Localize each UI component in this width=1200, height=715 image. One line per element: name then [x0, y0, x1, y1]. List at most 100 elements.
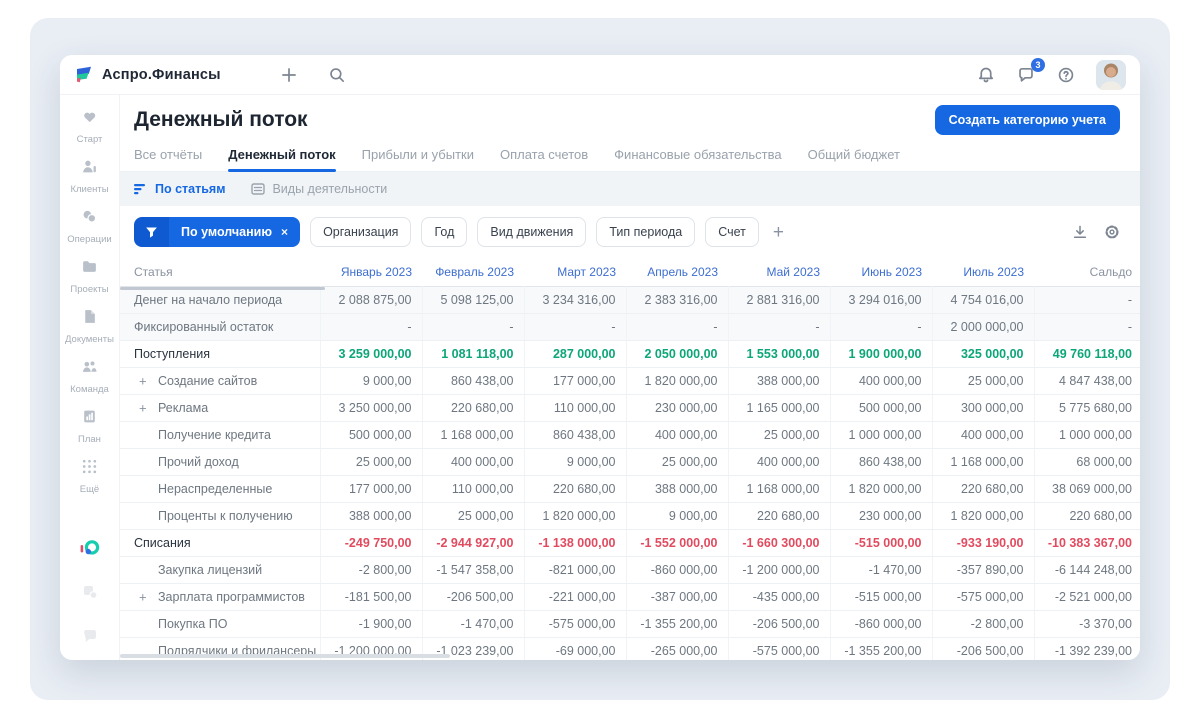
cell-value: -206 500,00	[728, 610, 830, 637]
search-button[interactable]	[327, 65, 347, 85]
row-label: Прочий доход	[120, 448, 320, 475]
brand-app-icon[interactable]	[80, 538, 100, 558]
cell-value: -	[320, 313, 422, 340]
add-filter-button[interactable]: +	[773, 223, 784, 242]
cell-value: 230 000,00	[626, 394, 728, 421]
cell-value: 1 820 000,00	[932, 502, 1034, 529]
cell-value: 400 000,00	[932, 421, 1034, 448]
cell-value: 400 000,00	[728, 448, 830, 475]
cell-value: -860 000,00	[830, 610, 932, 637]
sidebar-item-clients[interactable]: Клиенты	[65, 158, 114, 195]
column-header-month[interactable]: Март 2023	[524, 258, 626, 286]
cell-value: 2 383 316,00	[626, 286, 728, 313]
cell-value: -1 355 200,00	[830, 637, 932, 660]
column-header-month[interactable]: Январь 2023	[320, 258, 422, 286]
cashflow-table: СтатьяЯнварь 2023Февраль 2023Март 2023Ап…	[120, 258, 1140, 660]
sidebar-item-documents[interactable]: Документы	[65, 308, 114, 345]
sidebar-item-projects[interactable]: Проекты	[65, 258, 114, 295]
tab-все-отчёты[interactable]: Все отчёты	[134, 141, 202, 171]
column-header-month[interactable]: Февраль 2023	[422, 258, 524, 286]
filter-chip-год[interactable]: Год	[421, 217, 467, 247]
table-row: +Зарплата программистов-181 500,00-206 5…	[120, 583, 1140, 610]
cell-value: 1 000 000,00	[830, 421, 932, 448]
horizontal-scrollbar-bottom[interactable]	[120, 654, 450, 658]
cell-value: -	[422, 313, 524, 340]
table-row: Денег на начало периода2 088 875,005 098…	[120, 286, 1140, 313]
column-header-month[interactable]: Июнь 2023	[830, 258, 932, 286]
subtab-по-статьям[interactable]: По статьям	[134, 182, 225, 196]
column-header-month[interactable]: Июль 2023	[932, 258, 1034, 286]
row-label: Списания	[120, 529, 320, 556]
cell-saldo: 49 760 118,00	[1034, 340, 1140, 367]
avatar-photo	[1096, 60, 1126, 90]
sidebar-item-more[interactable]: Ещё	[65, 458, 114, 495]
filter-chip-тип-периода[interactable]: Тип периода	[596, 217, 695, 247]
tab-оплата-счетов[interactable]: Оплата счетов	[500, 141, 588, 171]
sidebar-item-team[interactable]: Команда	[65, 358, 114, 395]
sidebar-item-plan[interactable]: План	[65, 408, 114, 445]
sidebar-item-start[interactable]: Старт	[65, 108, 114, 145]
cell-value: -206 500,00	[422, 583, 524, 610]
sidebar-nav: Старт Клиенты Операции Проекты Документы Кома…	[65, 108, 114, 508]
filter-chips: Организация Год Вид движения Тип периода Сче…	[310, 217, 759, 247]
cell-value: -515 000,00	[830, 529, 932, 556]
download-icon	[1072, 224, 1088, 240]
tab-денежный-поток[interactable]: Денежный поток	[228, 141, 335, 171]
column-header-article: Статья	[120, 258, 320, 286]
bell-icon	[977, 66, 995, 84]
cell-value: 1 081 118,00	[422, 340, 524, 367]
cell-value: -515 000,00	[830, 583, 932, 610]
cell-value: 860 438,00	[524, 421, 626, 448]
tab-прибыли-и-убытки[interactable]: Прибыли и убытки	[362, 141, 474, 171]
expand-row-icon[interactable]: +	[139, 374, 147, 387]
expand-row-icon[interactable]: +	[139, 590, 147, 603]
row-label: Денег на начало периода	[120, 286, 320, 313]
cell-saldo: 68 000,00	[1034, 448, 1140, 475]
cell-value: 2 000 000,00	[932, 313, 1034, 340]
column-header-month[interactable]: Май 2023	[728, 258, 830, 286]
sidebar-item-operations[interactable]: Операции	[65, 208, 114, 245]
shortcut-2-app-icon[interactable]	[80, 626, 100, 646]
filter-chip-организация[interactable]: Организация	[310, 217, 411, 247]
cell-value: 9 000,00	[626, 502, 728, 529]
sidebar-item-label: Клиенты	[70, 184, 108, 195]
cell-value: 177 000,00	[320, 475, 422, 502]
app-logo[interactable]: Аспро.Финансы	[74, 65, 221, 85]
export-button[interactable]	[1072, 224, 1088, 240]
cell-value: 110 000,00	[524, 394, 626, 421]
shortcut-1-app-icon[interactable]	[80, 582, 100, 602]
cell-value: 500 000,00	[320, 421, 422, 448]
user-avatar[interactable]	[1096, 60, 1126, 90]
cell-value: -2 800,00	[320, 556, 422, 583]
cell-value: 25 000,00	[626, 448, 728, 475]
help-button[interactable]	[1056, 65, 1076, 85]
active-filter-chip[interactable]: По умолчанию ×	[134, 217, 300, 247]
tab-общий-бюджет[interactable]: Общий бюджет	[808, 141, 900, 171]
filter-chip-счет[interactable]: Счет	[705, 217, 759, 247]
cell-value: 9 000,00	[320, 367, 422, 394]
cell-value: -2 800,00	[932, 610, 1034, 637]
funnel-icon	[134, 217, 169, 247]
cell-value: 860 438,00	[830, 448, 932, 475]
cell-value: -933 190,00	[932, 529, 1034, 556]
notifications-button[interactable]	[976, 65, 996, 85]
row-label: Покупка ПО	[120, 610, 320, 637]
expand-row-icon[interactable]: +	[139, 401, 147, 414]
global-add-button[interactable]	[279, 65, 299, 85]
table-row: Покупка ПО-1 900,00-1 470,00-575 000,00-…	[120, 610, 1140, 637]
row-label: Закупка лицензий	[120, 556, 320, 583]
tab-финансовые-обязательства[interactable]: Финансовые обязательства	[614, 141, 781, 171]
create-category-button[interactable]: Создать категорию учета	[935, 105, 1120, 135]
subtab-виды-деятельности[interactable]: Виды деятельности	[251, 182, 387, 196]
row-label: +Зарплата программистов	[120, 583, 320, 610]
clear-filter-icon[interactable]: ×	[281, 225, 288, 239]
filter-chip-вид-движения[interactable]: Вид движения	[477, 217, 586, 247]
table-settings-button[interactable]	[1104, 224, 1120, 240]
cell-value: 2 050 000,00	[626, 340, 728, 367]
cell-value: 1 820 000,00	[830, 475, 932, 502]
cell-value: -265 000,00	[626, 637, 728, 660]
horizontal-scrollbar-top[interactable]	[120, 287, 325, 290]
messages-button[interactable]: 3	[1016, 65, 1036, 85]
cell-value: 500 000,00	[830, 394, 932, 421]
column-header-month[interactable]: Апрель 2023	[626, 258, 728, 286]
